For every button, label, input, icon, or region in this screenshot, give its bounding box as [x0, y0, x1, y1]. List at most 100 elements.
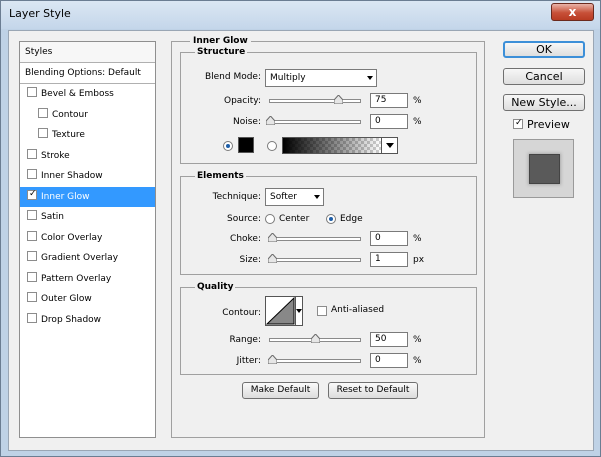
panel-title: Inner Glow: [190, 36, 251, 46]
style-item-texture[interactable]: Texture: [20, 125, 155, 146]
style-item-drop-shadow[interactable]: Drop Shadow: [20, 310, 155, 331]
gradient-dropdown[interactable]: [381, 138, 397, 153]
make-default-button[interactable]: Make Default: [242, 382, 319, 399]
source-edge-label[interactable]: Edge: [340, 214, 363, 224]
technique-value: Softer: [270, 192, 297, 202]
layer-style-window: Layer Style x Styles Blending Options: D…: [0, 0, 601, 457]
style-item-label: Outer Glow: [41, 294, 92, 304]
opacity-input[interactable]: 75: [370, 93, 408, 108]
noise-slider-thumb[interactable]: [266, 116, 275, 125]
close-button[interactable]: x: [551, 3, 594, 21]
style-item-label: Inner Shadow: [41, 171, 103, 181]
source-center-radio[interactable]: [265, 214, 275, 224]
style-checkbox[interactable]: [27, 210, 37, 220]
noise-slider[interactable]: [266, 116, 361, 125]
size-input[interactable]: 1: [370, 252, 408, 267]
style-item-label: Drop Shadow: [41, 314, 102, 325]
blend-mode-value: Multiply: [270, 73, 306, 83]
cancel-button[interactable]: Cancel: [503, 68, 585, 85]
styles-header[interactable]: Styles: [20, 42, 155, 63]
gradient-picker[interactable]: [282, 137, 398, 154]
chevron-down-icon: [296, 309, 302, 313]
size-slider[interactable]: [268, 254, 361, 263]
opacity-slider[interactable]: [269, 95, 361, 104]
range-label: Range:: [229, 335, 261, 345]
style-item-contour[interactable]: Contour: [20, 105, 155, 126]
jitter-label: Jitter:: [236, 356, 261, 366]
gradient-radio[interactable]: [267, 141, 277, 151]
anti-aliased-checkbox[interactable]: [317, 306, 327, 316]
blend-mode-label: Blend Mode:: [204, 72, 261, 82]
new-style-button[interactable]: New Style...: [503, 94, 585, 111]
style-item-color-overlay[interactable]: Color Overlay: [20, 228, 155, 249]
jitter-slider[interactable]: [268, 355, 361, 364]
style-checkbox[interactable]: [38, 128, 48, 138]
style-item-label: Pattern Overlay: [41, 273, 112, 284]
style-checkbox[interactable]: ✓: [27, 188, 37, 200]
style-checkbox[interactable]: [27, 230, 37, 241]
jitter-slider-thumb[interactable]: [268, 355, 277, 364]
style-item-satin[interactable]: Satin: [20, 207, 155, 228]
style-checkbox[interactable]: [27, 148, 37, 159]
color-radio[interactable]: [223, 141, 233, 151]
choke-label: Choke:: [230, 234, 261, 244]
checkmark-icon: ✓: [515, 118, 523, 128]
style-item-stroke[interactable]: Stroke: [20, 146, 155, 167]
dialog-body: Styles Blending Options: Default Bevel &…: [8, 30, 594, 451]
reset-to-default-button[interactable]: Reset to Default: [328, 382, 418, 399]
style-checkbox[interactable]: [27, 292, 37, 302]
styles-list: Styles Blending Options: Default Bevel &…: [19, 41, 156, 438]
close-icon: x: [568, 5, 577, 19]
range-slider-thumb[interactable]: [311, 334, 320, 343]
style-checkbox[interactable]: [27, 169, 37, 179]
jitter-unit: %: [413, 356, 422, 366]
style-item-inner-shadow[interactable]: Inner Shadow: [20, 166, 155, 187]
elements-title: Elements: [195, 171, 246, 181]
range-input[interactable]: 50: [370, 332, 408, 347]
title-bar[interactable]: Layer Style x: [1, 1, 600, 29]
choke-input[interactable]: 0: [370, 231, 408, 246]
choke-slider[interactable]: [268, 233, 361, 242]
size-slider-thumb[interactable]: [268, 254, 277, 263]
blend-mode-select[interactable]: Multiply: [265, 69, 377, 87]
style-item-label: Inner Glow: [41, 191, 90, 202]
style-item-bevel-emboss[interactable]: Bevel & Emboss: [20, 84, 155, 105]
style-checkbox[interactable]: [27, 251, 37, 261]
chevron-down-icon: [386, 143, 394, 148]
style-item-outer-glow[interactable]: Outer Glow: [20, 289, 155, 310]
style-checkbox[interactable]: [27, 87, 37, 97]
style-checkbox[interactable]: [38, 107, 48, 118]
source-edge-radio[interactable]: [326, 214, 336, 224]
glow-color-swatch[interactable]: [238, 137, 254, 153]
preview-thumbnail: [513, 139, 574, 198]
checkmark-icon: ✓: [29, 188, 37, 199]
style-checkbox[interactable]: [27, 312, 37, 323]
style-item-inner-glow[interactable]: ✓ Inner Glow: [20, 186, 155, 207]
style-item-label: Bevel & Emboss: [41, 89, 114, 99]
chevron-down-icon: [314, 195, 320, 199]
style-item-gradient-overlay[interactable]: Gradient Overlay: [20, 248, 155, 269]
preview-label[interactable]: Preview: [527, 118, 570, 131]
source-center-label[interactable]: Center: [279, 214, 309, 224]
opacity-slider-thumb[interactable]: [333, 95, 343, 104]
style-checkbox[interactable]: [27, 271, 37, 282]
choke-slider-thumb[interactable]: [268, 233, 277, 242]
style-item-label: Stroke: [41, 150, 70, 161]
preview-checkbox[interactable]: ✓: [513, 118, 523, 129]
noise-unit: %: [413, 117, 422, 127]
style-item-pattern-overlay[interactable]: Pattern Overlay: [20, 269, 155, 290]
blending-options-item[interactable]: Blending Options: Default: [20, 63, 155, 84]
contour-picker[interactable]: [265, 296, 303, 326]
style-item-label: Texture: [52, 130, 85, 140]
jitter-input[interactable]: 0: [370, 353, 408, 368]
range-slider[interactable]: [269, 334, 361, 343]
elements-group: Elements Technique: Softer Source: Cente…: [180, 171, 477, 275]
ok-button[interactable]: OK: [503, 41, 585, 58]
window-title: Layer Style: [9, 7, 71, 20]
quality-title: Quality: [195, 282, 236, 292]
technique-select[interactable]: Softer: [265, 188, 324, 206]
size-label: Size:: [239, 255, 261, 265]
anti-aliased-label[interactable]: Anti-aliased: [331, 305, 384, 315]
contour-dropdown[interactable]: [295, 297, 302, 325]
noise-input[interactable]: 0: [370, 114, 408, 129]
